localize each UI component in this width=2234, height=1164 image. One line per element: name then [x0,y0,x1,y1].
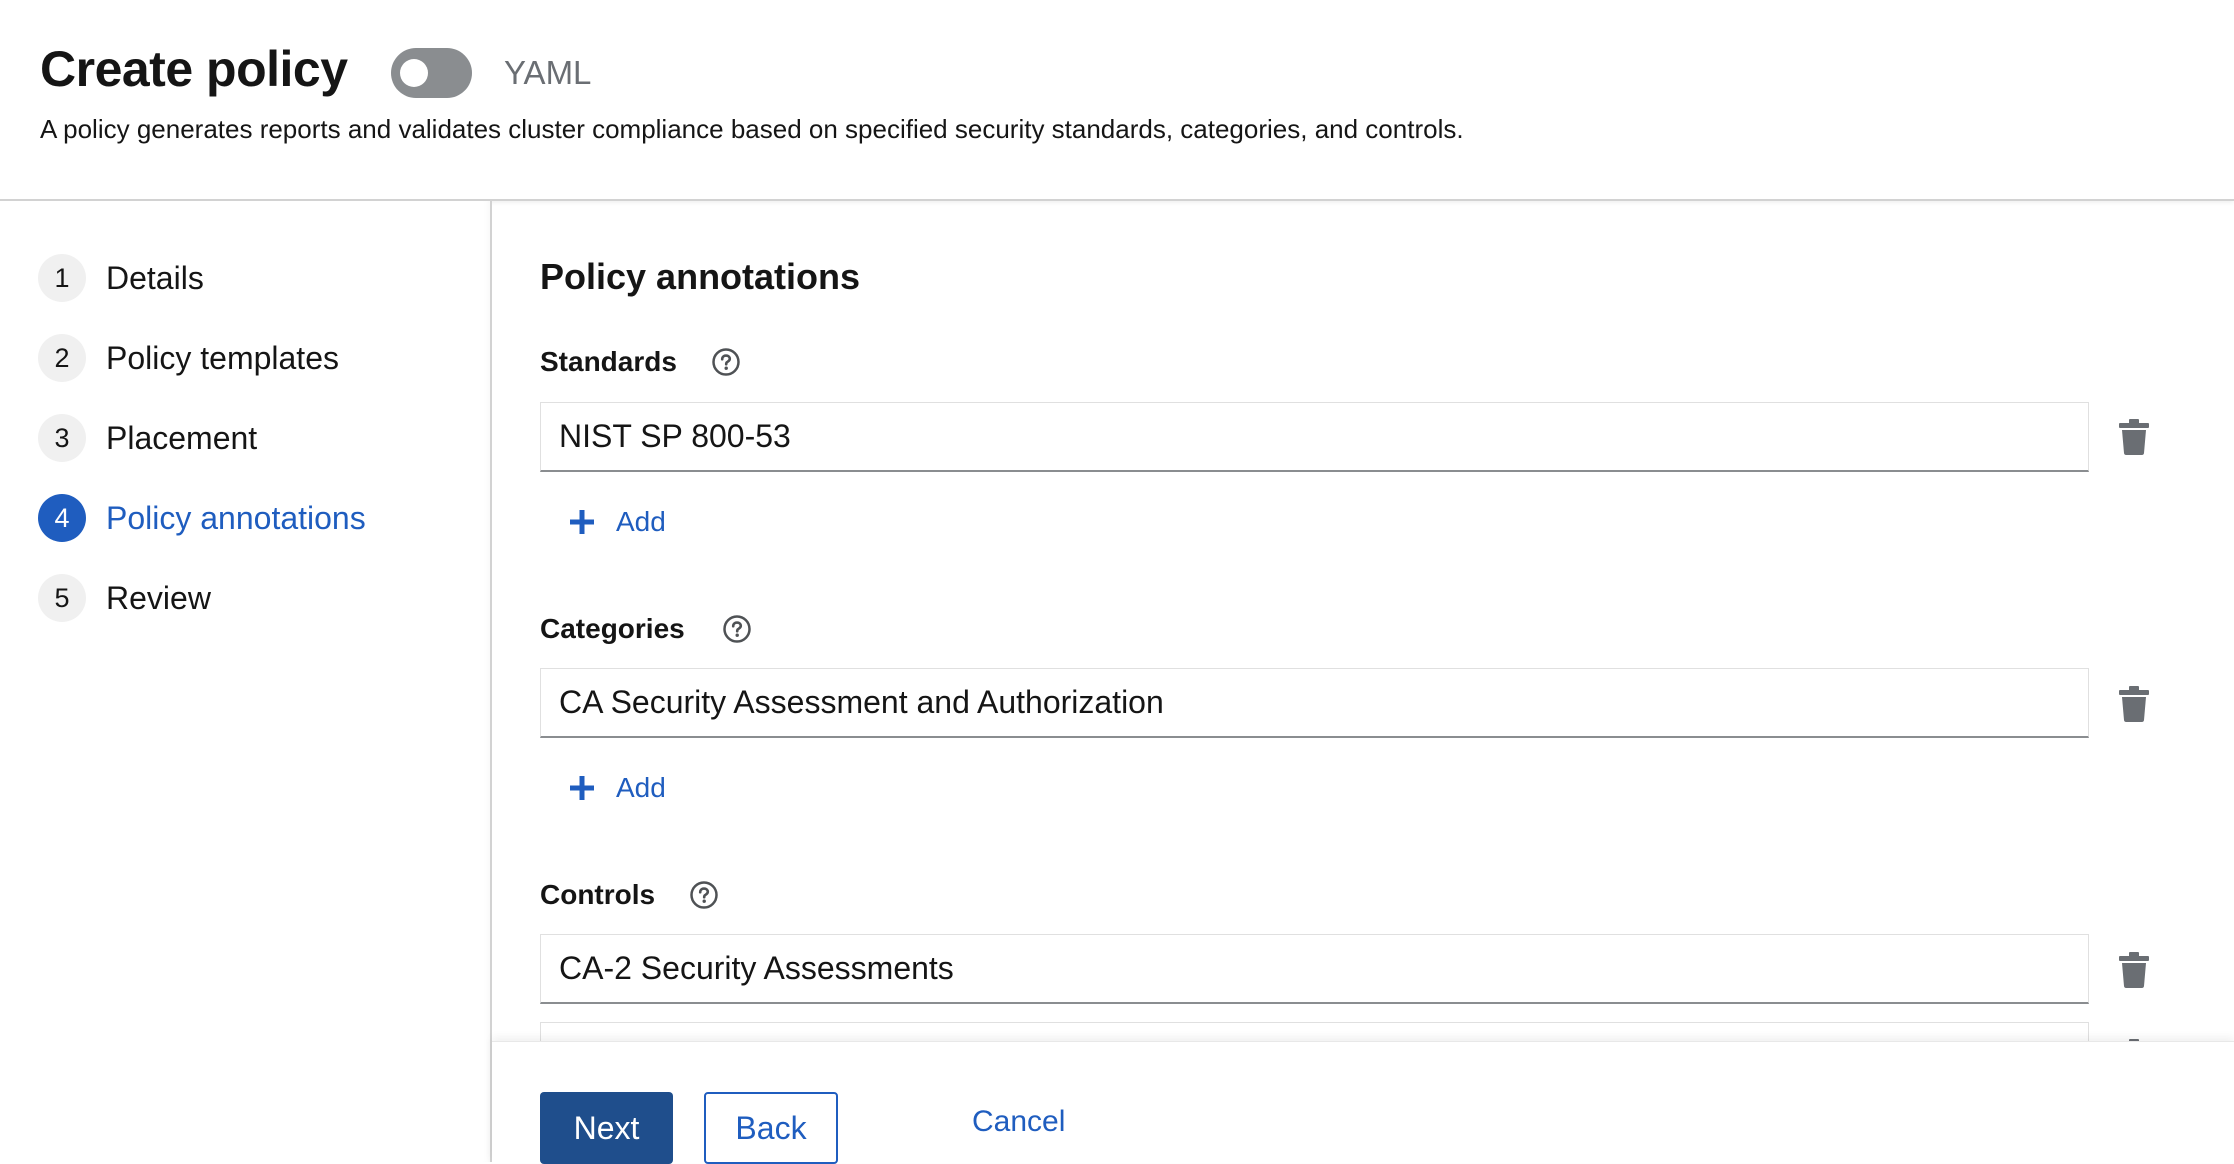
wizard-nav: 1 Details 2 Policy templates 3 Placement… [0,201,492,1162]
controls-input[interactable] [540,934,2089,1004]
yaml-toggle-label: YAML [504,54,592,91]
add-standard-button[interactable]: Add [568,500,666,544]
trash-icon[interactable] [2119,419,2149,455]
help-circle-icon[interactable] [722,614,752,644]
controls-input-next[interactable] [540,1022,2089,1041]
back-button[interactable]: Back [704,1092,838,1164]
step-number: 1 [38,254,86,302]
wizard-step-review[interactable]: 5 Review [38,572,211,624]
step-number: 4 [38,494,86,542]
step-number: 5 [38,574,86,622]
yaml-toggle[interactable] [391,48,472,98]
categories-input[interactable] [540,668,2089,738]
step-label: Review [106,579,211,616]
help-circle-icon[interactable] [711,347,741,377]
cancel-button[interactable]: Cancel [966,1086,1106,1158]
add-label: Add [616,506,666,537]
wizard-step-details[interactable]: 1 Details [38,252,204,304]
plus-icon [570,510,594,534]
plus-icon [570,776,594,800]
page-header: Create policy YAML A policy generates re… [0,0,2234,201]
wizard-footer: Next Back Cancel [492,1041,2234,1164]
add-category-button[interactable]: Add [568,766,666,810]
standards-input[interactable] [540,402,2089,472]
page-description: A policy generates reports and validates… [40,114,1464,144]
trash-icon[interactable] [2119,686,2149,722]
step-number: 2 [38,334,86,382]
wizard-step-placement[interactable]: 3 Placement [38,412,257,464]
help-circle-icon[interactable] [689,880,719,910]
toggle-knob [400,59,428,87]
trash-icon[interactable] [2119,952,2149,988]
next-button[interactable]: Next [540,1092,673,1164]
step-label: Placement [106,419,258,456]
wizard-step-policy-templates[interactable]: 2 Policy templates [38,332,339,384]
page-title: Create policy [40,41,348,97]
step-label: Details [106,259,204,296]
section-title: Policy annotations [540,256,861,297]
standards-label: Standards [540,346,677,377]
add-label: Add [616,772,666,803]
main-content: Policy annotations Standards Add Categor… [492,201,2234,1041]
step-number: 3 [38,414,86,462]
step-label: Policy templates [106,339,339,376]
categories-label: Categories [540,613,685,644]
step-label: Policy annotations [106,499,366,536]
wizard-step-policy-annotations[interactable]: 4 Policy annotations [38,492,366,544]
controls-label: Controls [540,879,656,910]
